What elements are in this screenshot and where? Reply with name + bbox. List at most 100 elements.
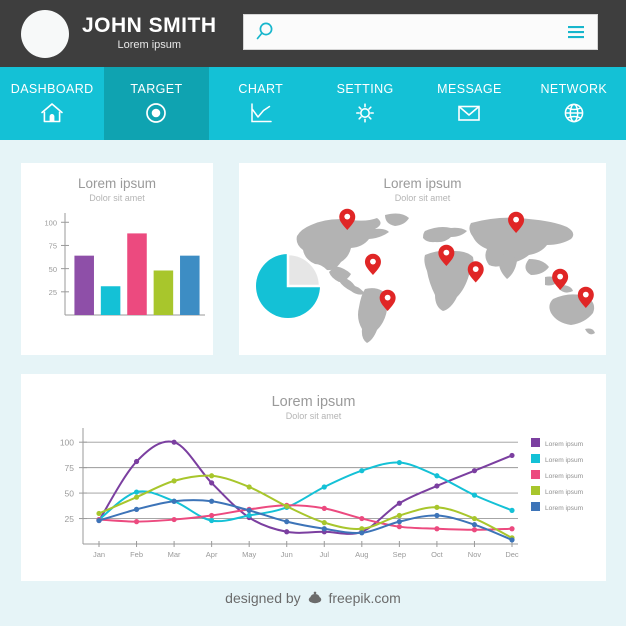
line-point-s1-Feb[interactable]: [133, 458, 140, 465]
pie-chart-svg: [256, 252, 322, 318]
line-point-s5-Jul[interactable]: [321, 526, 327, 532]
nav-item-network[interactable]: NETWORK: [522, 67, 626, 140]
hamburger-icon[interactable]: [566, 24, 586, 40]
line-point-s4-Nov[interactable]: [471, 515, 478, 522]
line-point-s2-Dec[interactable]: [509, 507, 515, 513]
search-icon[interactable]: [254, 21, 276, 43]
line-point-s2-Apr[interactable]: [209, 517, 215, 524]
nav-label-setting: SETTING: [336, 82, 394, 96]
bar-chart-panel: Lorem ipsum Dolor sit amet 25 50 75 100: [21, 163, 213, 355]
search-bar[interactable]: [243, 14, 598, 50]
freepik-logo-icon: [308, 591, 321, 604]
user-name: JOHN SMITH: [82, 14, 217, 37]
legend-label-1: Lorem ipsum: [545, 441, 584, 448]
line-point-s3-Mar[interactable]: [171, 516, 177, 523]
line-point-s5-Jan[interactable]: [96, 517, 102, 524]
line-point-s5-Aug[interactable]: [359, 530, 365, 536]
bar-y-tick-label: 25: [49, 288, 57, 297]
bar-y-tick-label: 75: [49, 242, 57, 251]
nav-item-target[interactable]: TARGET: [104, 67, 209, 140]
line-point-s2-Aug[interactable]: [359, 468, 365, 474]
globe-icon: [564, 103, 584, 123]
nav-label-chart: CHART: [238, 82, 284, 96]
dashboard-page: JOHN SMITH Lorem ipsum DASHBOARD TARGET …: [0, 0, 626, 626]
line-point-s4-Jan[interactable]: [96, 510, 102, 517]
line-point-s5-Jun[interactable]: [284, 519, 290, 525]
search-input[interactable]: [282, 17, 566, 47]
line-point-s1-Dec[interactable]: [509, 452, 515, 459]
line-point-s5-Nov[interactable]: [471, 522, 478, 528]
line-x-tick-label: May: [242, 550, 256, 559]
line-point-s1-Mar[interactable]: [171, 439, 177, 445]
line-point-s5-Oct[interactable]: [434, 512, 440, 519]
line-point-s1-Jun[interactable]: [284, 529, 290, 535]
line-point-s4-May[interactable]: [246, 484, 252, 490]
bar-2[interactable]: [100, 286, 121, 315]
bar-3[interactable]: [127, 233, 147, 315]
line-point-s4-Feb[interactable]: [133, 494, 140, 500]
line-point-s5-Dec[interactable]: [509, 537, 515, 543]
line-panel-title: Lorem ipsum: [271, 394, 356, 410]
bar-1[interactable]: [74, 255, 94, 315]
line-point-s4-Oct[interactable]: [434, 504, 440, 510]
nav-label-dashboard: DASHBOARD: [10, 82, 94, 96]
line-point-s2-Jul[interactable]: [321, 484, 327, 490]
map-panel-title: Lorem ipsum: [383, 176, 462, 191]
line-point-s3-Nov[interactable]: [471, 527, 478, 533]
line-point-s1-Nov[interactable]: [471, 468, 478, 474]
nav-item-message[interactable]: MESSAGE: [417, 67, 521, 140]
legend-label-3: Lorem ipsum: [545, 473, 584, 480]
line-point-s5-Mar[interactable]: [171, 498, 177, 504]
bar-panel-title: Lorem ipsum: [77, 176, 157, 191]
line-point-s4-Sep[interactable]: [396, 512, 402, 519]
line-point-s2-Feb[interactable]: [133, 489, 140, 495]
bar-chart-svg: 25 50 75 100: [44, 213, 205, 316]
footer-brand: freepik.com: [328, 590, 401, 606]
home-icon: [41, 103, 63, 123]
nav-item-dashboard[interactable]: DASHBOARD: [0, 67, 104, 140]
map-landmass: [296, 213, 595, 343]
avatar: [21, 9, 69, 58]
line-point-s5-Feb[interactable]: [133, 506, 140, 512]
bar-4[interactable]: [153, 270, 174, 315]
legend-swatch-4[interactable]: [531, 486, 540, 495]
line-series-2[interactable]: [98, 461, 513, 523]
line-point-s4-Mar[interactable]: [171, 478, 177, 484]
line-point-s2-Nov[interactable]: [471, 492, 478, 498]
legend-swatch-3[interactable]: [531, 470, 540, 479]
line-point-s1-Oct[interactable]: [434, 483, 440, 489]
line-point-s2-Oct[interactable]: [434, 473, 440, 479]
legend-swatch-1[interactable]: [531, 438, 540, 447]
line-point-s3-Sep[interactable]: [396, 524, 402, 530]
line-point-s3-Jul[interactable]: [321, 505, 327, 511]
line-point-s2-Sep[interactable]: [396, 459, 402, 466]
line-point-s5-Sep[interactable]: [396, 519, 402, 525]
line-point-s5-May[interactable]: [246, 507, 252, 513]
legend-swatch-5[interactable]: [531, 502, 540, 511]
line-point-s1-Apr[interactable]: [209, 480, 215, 486]
line-point-s3-Aug[interactable]: [359, 515, 365, 522]
bar-y-tick-label: 100: [44, 218, 57, 227]
line-point-s5-Apr[interactable]: [209, 498, 215, 504]
line-point-s1-Sep[interactable]: [396, 500, 402, 506]
map-pin-dot: [557, 273, 564, 280]
line-panel-subtitle: Dolor sit amet: [285, 411, 342, 421]
nav-item-setting[interactable]: SETTING: [313, 67, 417, 140]
line-point-s3-Apr[interactable]: [209, 512, 215, 519]
legend-swatch-2[interactable]: [531, 454, 540, 463]
line-point-s4-Jul[interactable]: [321, 520, 327, 526]
line-point-s2-May[interactable]: [246, 512, 252, 519]
line-point-s4-Apr[interactable]: [209, 473, 215, 479]
line-point-s3-Oct[interactable]: [434, 526, 440, 532]
bar-5[interactable]: [180, 255, 200, 315]
map-pin-dot: [582, 291, 589, 298]
line-point-s3-Dec[interactable]: [509, 526, 515, 532]
app-header: JOHN SMITH Lorem ipsum: [0, 0, 626, 67]
line-point-s4-Jun[interactable]: [284, 503, 290, 509]
nav-item-chart[interactable]: CHART: [209, 67, 313, 140]
line-x-tick-label: Jul: [319, 550, 329, 559]
line-x-tick-label: Apr: [206, 550, 218, 559]
line-chart-panel: Lorem ipsum Dolor sit amet 25 50 75 100 Jan F…: [21, 374, 606, 581]
target-icon: [146, 103, 167, 123]
line-point-s3-Feb[interactable]: [133, 519, 140, 525]
